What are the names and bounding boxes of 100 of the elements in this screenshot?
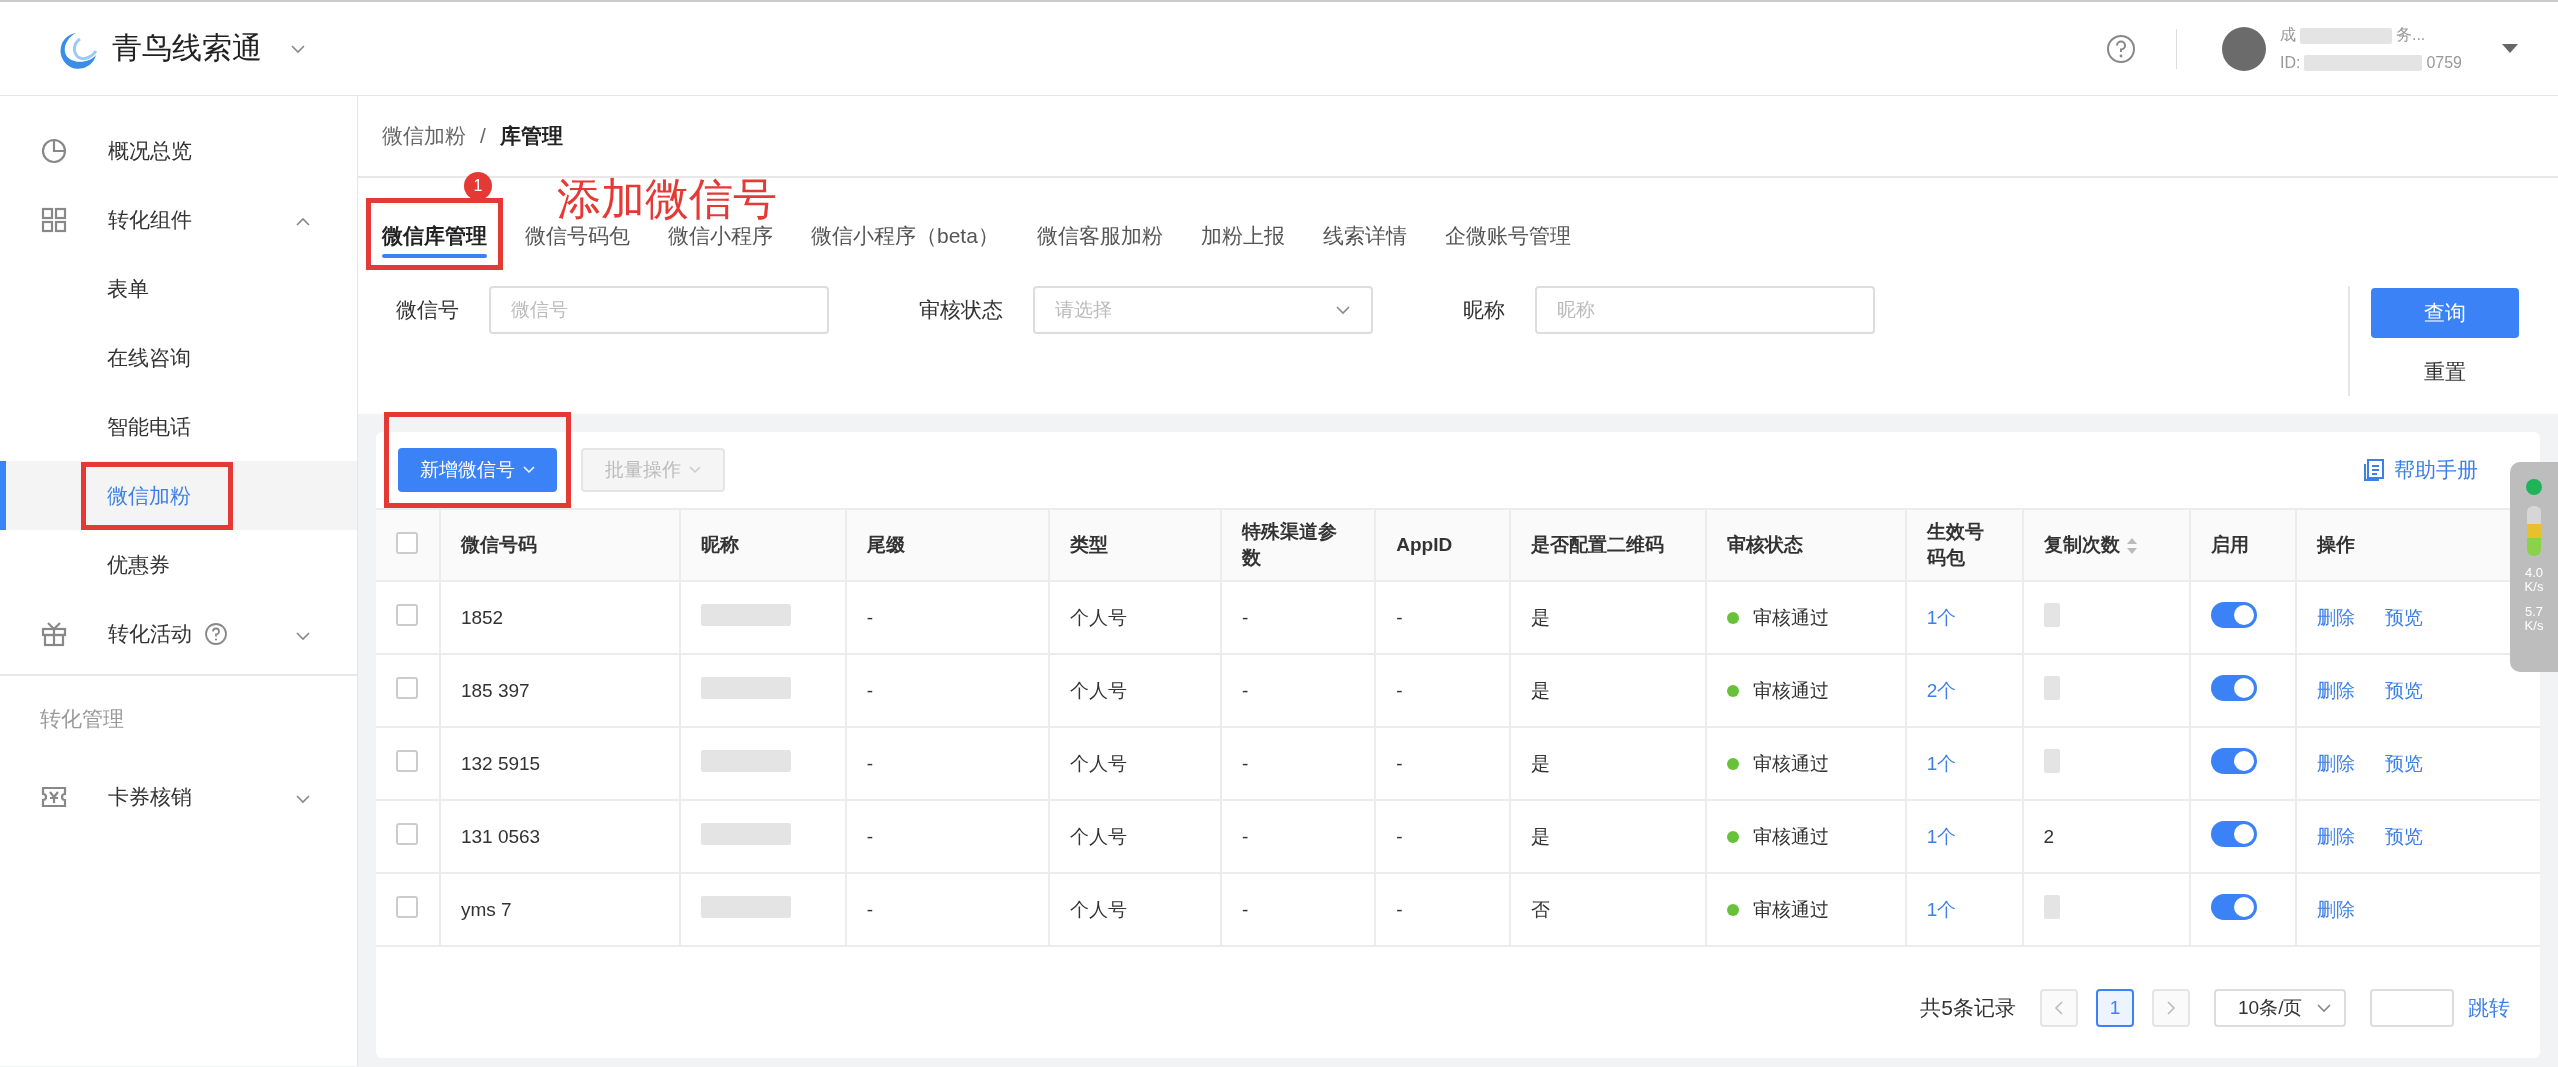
chevron-icon [290, 43, 306, 54]
package-link[interactable]: 1个 [1926, 606, 1957, 628]
table-cell: 个人号 [1069, 898, 1127, 920]
action-link[interactable]: 删除 [2317, 677, 2356, 704]
reset-button[interactable]: 重置 [2412, 352, 2478, 392]
tab[interactable]: 加粉上报 [1200, 212, 1285, 260]
sidebar-item-label: 表单 [107, 276, 149, 300]
status-dot-icon [2525, 478, 2543, 496]
prev-page-button[interactable] [2040, 989, 2078, 1027]
sidebar-item[interactable]: 表单 [0, 254, 357, 323]
status-text: 审核通过 [1753, 678, 1829, 703]
action-link[interactable]: 删除 [2317, 823, 2356, 850]
table-cell: - [1396, 752, 1403, 774]
sidebar-item[interactable]: 在线咨询 [0, 323, 357, 392]
search-button[interactable]: 查询 [2371, 288, 2519, 338]
sidebar-group[interactable]: 转化活动 [0, 599, 357, 668]
table-cell: - [1242, 825, 1249, 847]
action-link[interactable]: 删除 [2317, 750, 2356, 777]
table-cell: - [866, 679, 874, 701]
action-link[interactable]: 预览 [2385, 750, 2424, 777]
toggle-switch[interactable] [2210, 748, 2257, 774]
sidebar-item-label: 概况总览 [108, 138, 192, 162]
user-id-label: ID: [2279, 54, 2301, 72]
package-link[interactable]: 1个 [1926, 752, 1957, 774]
sidebar-item[interactable]: 优惠券 [0, 530, 357, 599]
column-header: 类型 [1069, 534, 1108, 555]
package-link[interactable]: 2个 [1926, 679, 1957, 701]
status-text: 审核通过 [1753, 605, 1829, 630]
column-header: 生效号码包 [1926, 521, 1984, 568]
table-cell: 个人号 [1069, 752, 1127, 774]
table-cell: 个人号 [1069, 825, 1127, 847]
pie-chart-icon [40, 136, 68, 165]
checkbox[interactable] [396, 823, 418, 845]
breadcrumb-item[interactable]: 微信加粉 [382, 122, 466, 150]
jump-link[interactable]: 跳转 [2468, 994, 2510, 1022]
toggle-switch[interactable] [2210, 675, 2257, 701]
package-link[interactable]: 1个 [1926, 898, 1957, 920]
table-cell: - [1242, 679, 1249, 701]
help-manual-link[interactable]: 帮助手册 [2364, 456, 2478, 484]
table-cell: - [1396, 679, 1403, 701]
toggle-switch[interactable] [2210, 894, 2257, 920]
blurred-text [2043, 749, 2060, 773]
chevron-icon [295, 793, 311, 804]
sidebar-item[interactable]: 智能电话 [0, 392, 357, 461]
tab[interactable]: 线索详情 [1322, 212, 1407, 260]
action-link[interactable]: 预览 [2385, 604, 2424, 631]
help-icon[interactable] [2105, 33, 2136, 64]
package-link[interactable]: 1个 [1926, 825, 1957, 847]
caret-icon[interactable] [2502, 44, 2518, 53]
checkbox[interactable] [396, 604, 418, 626]
sidebar-item[interactable]: 微信加粉 [0, 461, 357, 530]
sidebar-section-label: 转化管理 [0, 674, 357, 762]
checkbox[interactable] [396, 896, 418, 918]
column-header[interactable]: 复制次数 [2043, 534, 2120, 555]
column-header: 是否配置二维码 [1531, 534, 1665, 555]
page-input[interactable] [2370, 989, 2454, 1027]
help-icon[interactable] [204, 621, 228, 646]
sidebar-item[interactable]: 概况总览 [0, 116, 357, 185]
table-cell: - [866, 898, 874, 920]
sidebar-group[interactable]: 卡券核销 [0, 762, 357, 831]
sidebar-group[interactable]: 转化组件 [0, 185, 357, 254]
sidebar-group-label: 转化组件 [108, 206, 192, 233]
column-header: 昵称 [701, 534, 740, 555]
app-name: 青鸟线索通 [112, 30, 262, 66]
table-cell: - [1242, 606, 1249, 628]
page-button[interactable]: 1 [2096, 989, 2134, 1027]
checkbox[interactable] [396, 531, 418, 554]
checkbox[interactable] [396, 750, 418, 772]
table-cell: - [866, 606, 874, 628]
column-header: 特殊渠道参数 [1242, 521, 1338, 568]
breadcrumb-item: 库管理 [499, 123, 563, 149]
sort-icon[interactable] [2125, 537, 2138, 555]
action-link[interactable]: 预览 [2385, 677, 2424, 704]
page-size-select[interactable]: 10条/页 [2214, 989, 2346, 1027]
status-text: 审核通过 [1753, 824, 1829, 849]
chevron-left-icon [2054, 1001, 2064, 1015]
action-link[interactable]: 预览 [2385, 823, 2424, 850]
table-cell: - [1242, 752, 1249, 774]
toggle-switch[interactable] [2210, 821, 2257, 847]
column-header: 操作 [2317, 534, 2356, 555]
table-cell: 否 [1531, 898, 1551, 920]
action-link[interactable]: 删除 [2317, 896, 2356, 923]
sidebar-item-label: 智能电话 [107, 414, 191, 438]
next-page-button[interactable] [2152, 989, 2190, 1027]
tab[interactable]: 微信客服加粉 [1036, 212, 1163, 260]
action-link[interactable]: 删除 [2317, 604, 2356, 631]
table-cell: 是 [1531, 825, 1551, 847]
tab[interactable]: 微信小程序（beta） [811, 212, 999, 260]
toggle-switch[interactable] [2210, 602, 2257, 628]
blurred-text [2043, 676, 2060, 700]
table-cell: 1852 [460, 606, 504, 628]
table-cell: 185 397 [460, 679, 530, 701]
user-name-end: 务... [2395, 25, 2426, 45]
tab[interactable]: 企微账号管理 [1444, 212, 1571, 260]
toolbar-button[interactable]: 新增微信号 [398, 448, 557, 492]
checkbox[interactable] [396, 677, 418, 699]
tab[interactable]: 微信库管理 [382, 212, 487, 260]
grid-icon [40, 205, 68, 234]
speed-unit: K/s [2524, 618, 2544, 634]
upload-speed: 4.0 [2524, 566, 2544, 581]
